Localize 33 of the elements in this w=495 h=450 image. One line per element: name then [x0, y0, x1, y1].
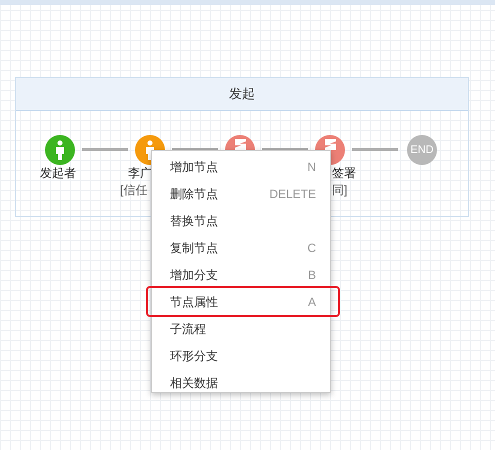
menu-item-label: 增加节点 [170, 158, 218, 176]
shortcut-label: C [307, 240, 316, 256]
menu-item-label: 子流程 [170, 320, 206, 338]
person-node[interactable] [45, 135, 75, 165]
lane-header: 发起 [16, 78, 468, 111]
shortcut-label: N [307, 158, 316, 176]
node-label: 发起者 [40, 165, 76, 182]
menu-item[interactable]: 删除节点 DELETE [152, 180, 330, 207]
menu-item[interactable]: 增加节点 N [152, 153, 330, 180]
menu-item[interactable]: 替换节点 [152, 207, 330, 234]
shortcut-label: A [308, 294, 316, 310]
connector-line [352, 148, 398, 151]
menu-item-label: 删除节点 [170, 186, 218, 202]
menu-item[interactable]: 增加分支 B [152, 261, 330, 288]
shortcut-label: DELETE [269, 186, 316, 202]
menu-item-label: 节点属性 [170, 294, 218, 310]
node-label: 签署 [332, 165, 356, 182]
connector-line [82, 148, 128, 151]
menu-item[interactable]: 复制节点 C [152, 234, 330, 261]
menu-item-label: 相关数据 [170, 374, 218, 392]
menu-item-label: 复制节点 [170, 240, 218, 256]
node-sublabel: 同] [332, 182, 348, 199]
menu-item[interactable]: 环形分支 [152, 342, 330, 369]
shortcut-label: B [308, 266, 316, 284]
menu-item-label: 增加分支 [170, 266, 218, 284]
node-sublabel: [信任 [120, 182, 148, 199]
menu-item-label: 环形分支 [170, 348, 218, 364]
node-label: 李广 [128, 165, 152, 182]
menu-item[interactable]: 子流程 [152, 315, 330, 342]
menu-item-label: 替换节点 [170, 212, 218, 230]
menu-item[interactable]: 节点属性 A [148, 288, 338, 315]
person-icon [54, 140, 66, 160]
menu-item[interactable]: 相关数据 [152, 369, 330, 396]
